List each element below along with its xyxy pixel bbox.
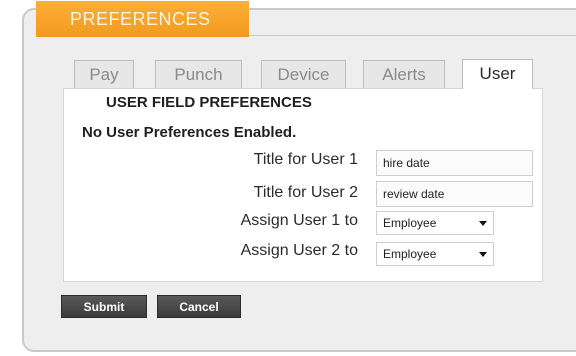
section-title: USER FIELD PREFERENCES	[106, 94, 312, 111]
tab-user[interactable]: User	[462, 59, 533, 89]
tab-device[interactable]: Device	[261, 60, 346, 88]
assign-user2-selected-value: Employee	[383, 247, 437, 261]
assign-user1-label: Assign User 1 to	[240, 212, 358, 229]
tab-pay[interactable]: Pay	[74, 60, 134, 88]
preferences-status-notice: No User Preferences Enabled.	[82, 124, 297, 141]
assign-user2-label: Assign User 2 to	[240, 242, 358, 259]
tab-punch[interactable]: Punch	[155, 60, 242, 88]
header-divider	[249, 35, 576, 36]
assign-user2-select[interactable]: Employee	[376, 242, 494, 266]
submit-button[interactable]: Submit	[61, 295, 147, 318]
title-user2-label: Title for User 2	[253, 184, 358, 201]
tab-alerts[interactable]: Alerts	[363, 60, 445, 88]
cancel-button[interactable]: Cancel	[157, 295, 241, 318]
title-user1-input[interactable]	[376, 150, 533, 176]
assign-user1-select[interactable]: Employee	[376, 211, 494, 235]
panel-header-title: PREFERENCES	[36, 1, 249, 37]
chevron-down-icon	[479, 252, 487, 257]
title-user2-input[interactable]	[376, 181, 533, 207]
assign-user1-selected-value: Employee	[383, 216, 437, 230]
title-user1-label: Title for User 1	[253, 151, 358, 168]
chevron-down-icon	[479, 221, 487, 226]
